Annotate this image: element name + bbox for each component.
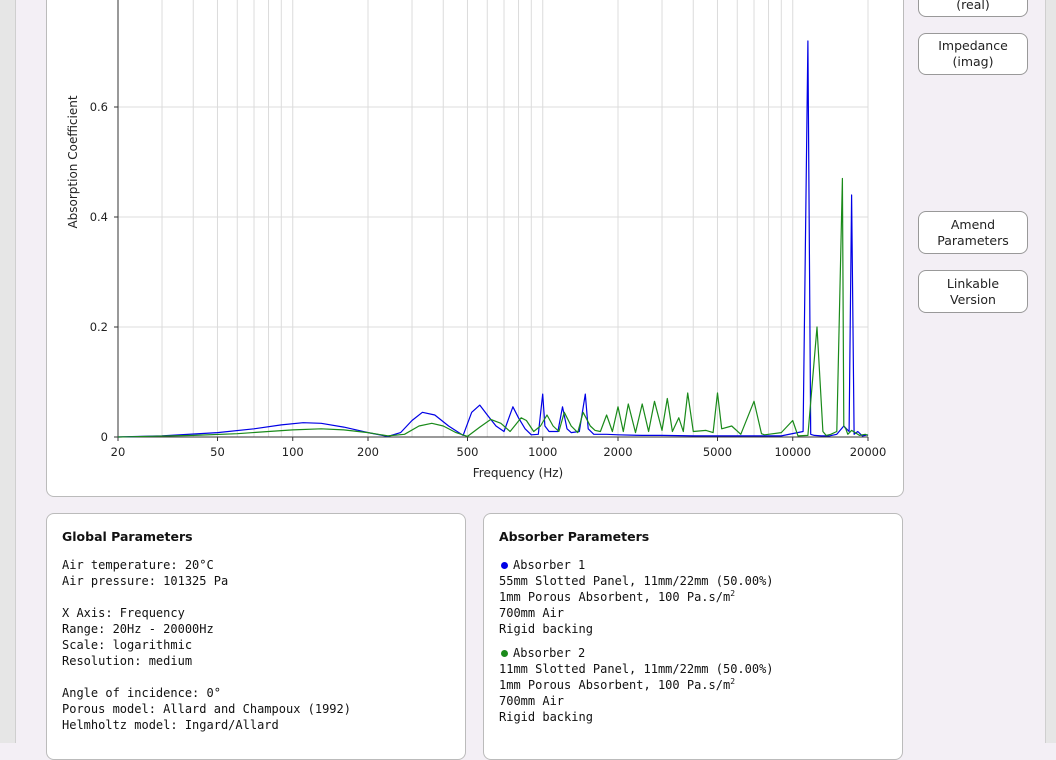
series-line-absorber-1	[117, 40, 869, 438]
absorber-1-porous: 1mm Porous Absorbent, 100 Pa.s/m2	[499, 589, 736, 605]
absorber-2-panel: 11mm Slotted Panel, 11mm/22mm (50.00%)	[499, 662, 774, 676]
air-temperature: Air temperature: 20°C	[62, 558, 214, 572]
x-tick-label: 200	[357, 445, 379, 459]
x-tick-label: 50	[210, 445, 225, 459]
y-tick-label: 0.2	[90, 320, 108, 334]
x-tick-label: 20000	[850, 445, 887, 459]
y-tick-label: 0.6	[90, 100, 108, 114]
global-parameters-panel: Global Parameters Air temperature: 20°C …	[46, 513, 466, 760]
air-pressure: Air pressure: 101325 Pa	[62, 574, 229, 588]
x-tick-label: 5000	[703, 445, 732, 459]
x-tick-label: 500	[457, 445, 479, 459]
absorber-2-header: Absorber 2	[499, 645, 892, 661]
absorber-2-legend-dot	[501, 649, 508, 657]
absorber-1-backing: Rigid backing	[499, 622, 593, 636]
y-axis-title: Absorption Coefficient	[66, 95, 80, 228]
porous-model: Porous model: Allard and Champoux (1992)	[62, 702, 351, 716]
absorber-1-header: Absorber 1	[499, 557, 892, 573]
x-axis-setting: X Axis: Frequency	[62, 606, 185, 620]
global-parameters-title: Global Parameters	[62, 529, 193, 544]
absorber-1-panel: 55mm Slotted Panel, 11mm/22mm (50.00%)	[499, 574, 774, 588]
right-scrollbar[interactable]	[1045, 0, 1056, 743]
linkable-version-button[interactable]: Linkable Version	[918, 270, 1028, 313]
range-setting: Range: 20Hz - 20000Hz	[62, 622, 214, 636]
left-gutter	[0, 0, 16, 743]
chart-panel: 0 0.2 0.4 0.6 20 50 100 200 500 1000 2000 5000 10000…	[46, 0, 904, 497]
angle-of-incidence: Angle of incidence: 0°	[62, 686, 221, 700]
absorber-parameters-panel: Absorber Parameters Absorber 1 55mm Slot…	[483, 513, 903, 760]
absorber-1-legend-dot	[501, 561, 508, 569]
absorber-2-air: 700mm Air	[499, 694, 565, 708]
absorber-1-air: 700mm Air	[499, 606, 565, 620]
resolution-setting: Resolution: medium	[62, 654, 193, 668]
y-tick-label: 0	[101, 430, 108, 444]
absorber-2-porous: 1mm Porous Absorbent, 100 Pa.s/m2	[499, 677, 736, 693]
x-tick-label: 2000	[603, 445, 632, 459]
x-tick-label: 100	[282, 445, 304, 459]
x-axis-title: Frequency (Hz)	[473, 466, 564, 480]
absorber-2-name: Absorber 2	[513, 646, 586, 660]
absorption-chart: 0 0.2 0.4 0.6 20 50 100 200 500 1000 2000 5000 10000…	[66, 0, 887, 480]
scale-setting: Scale: logarithmic	[62, 638, 193, 652]
amend-parameters-button[interactable]: Amend Parameters	[918, 211, 1028, 254]
y-tick-label: 0.4	[90, 210, 108, 224]
x-tick-label: 10000	[774, 445, 811, 459]
x-tick-label: 1000	[528, 445, 557, 459]
helmholtz-model: Helmholtz model: Ingard/Allard	[62, 718, 279, 732]
absorber-parameters-title: Absorber Parameters	[499, 529, 650, 544]
absorber-1-name: Absorber 1	[513, 558, 586, 572]
absorber-2-backing: Rigid backing	[499, 710, 593, 724]
impedance-imag-button[interactable]: Impedance (imag)	[918, 33, 1028, 75]
x-tick-label: 20	[111, 445, 126, 459]
impedance-real-button[interactable]: (real)	[918, 0, 1028, 17]
